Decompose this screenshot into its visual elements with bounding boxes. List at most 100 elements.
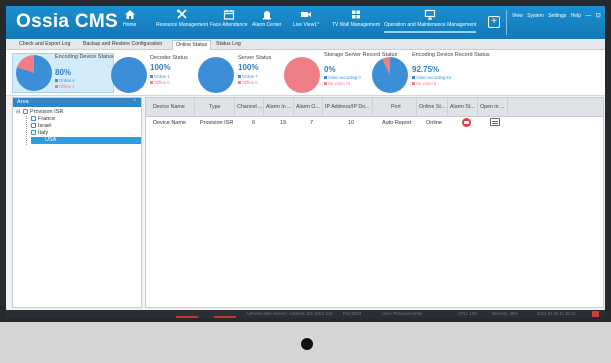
cell-alarm-in: 19 [280,120,287,126]
open-in-window-icon[interactable] [490,118,500,126]
legend-video-recording: Video recording 64 [412,75,451,80]
col-online-status[interactable]: Online St... [417,98,448,117]
status-bar-indicator [214,316,236,318]
cell-online-status: Online [426,120,442,126]
alarm-icon [262,11,271,20]
nav-home[interactable]: Home [123,9,136,28]
status-card-storage-server-record[interactable]: Storage Server Record Status 0% Video re… [282,52,398,93]
status-title: Encoding Device Record Status [412,52,490,58]
col-open-in[interactable]: Open in ... [478,98,508,117]
camera-icon [301,12,312,17]
col-type[interactable]: Type [195,98,235,117]
legend-online: Online 7 [238,74,258,79]
tree-connector [26,116,27,145]
status-card-encoding-device-record[interactable]: Encoding Device Record Status 92.75% Vid… [370,52,490,93]
pie-storage-server [284,57,320,93]
status-bar: Authentication Server : Address 192.168.… [6,310,605,318]
nav-alarm-center-label: Alarm Center [252,22,282,28]
col-alarm-status[interactable]: Alarm St... [448,98,478,117]
menu-help[interactable]: Help [571,13,581,19]
tree-node-usa[interactable]: USA [31,137,141,144]
pie-encoding-record [372,57,408,93]
menu-settings[interactable]: Settings [548,13,566,19]
col-alarm-out[interactable]: Alarm O... [294,98,323,117]
top-menu: View System Settings Help — ⊡ ✕ [512,12,605,19]
tree-node-france[interactable]: France [31,116,55,123]
nav-live-view-label: Live View1* [293,22,320,28]
cell-alarm-out: 7 [310,120,314,126]
cell-ip: 10 [348,120,355,126]
add-tab-button[interactable]: + [488,16,500,28]
col-channel[interactable]: Channel ... [235,98,264,117]
nav-face-attendance[interactable]: Face Attendance [210,9,248,28]
status-summary: Encoding Device Status 80% Online 4 Offl… [6,50,605,96]
user-status: User: ProvisionAdmin [382,311,423,316]
pie-encoding-device [16,55,52,91]
app-screen: Ossia CMS Home Resource Management Face … [6,6,605,318]
restore-button[interactable]: ⊡ [596,13,601,19]
col-alarm-in[interactable]: Alarm In ... [264,98,294,117]
pie-server [198,57,234,93]
tab-online-status[interactable]: Online Status [172,40,212,50]
nav-resource-management[interactable]: Resource Management [156,9,208,28]
tab-check-export-log[interactable]: Check and Export Log [16,40,73,50]
status-bar-indicator [176,316,198,318]
monitor-frame: Ossia CMS Home Resource Management Face … [0,0,611,363]
alarm-indicator-icon[interactable] [592,311,599,317]
app-logo: Ossia CMS [16,11,118,32]
header-divider [506,10,507,35]
area-panel-header[interactable]: Area ⌃ [13,98,141,107]
col-port[interactable]: Port [373,98,417,117]
status-title: Server Status [238,55,272,61]
monitor-camera-dot [301,338,313,350]
tab-bar: Check and Export Log Backup and Restore … [6,39,605,50]
status-card-encoding-device[interactable]: Encoding Device Status 80% Online 4 Offl… [12,53,114,93]
area-panel-title: Area [17,99,29,105]
cpu-status: CPU: 13% [458,311,478,316]
nav-operation-maintenance[interactable]: Operation and Maintenance Management [384,9,477,33]
area-icon [31,130,36,135]
status-title: Decoder Status [150,55,188,61]
tab-backup-restore[interactable]: Backup and Restore Configuration [80,40,165,50]
legend-online: Online 1 [150,74,170,79]
app-header: Ossia CMS Home Resource Management Face … [6,6,605,39]
nav-home-label: Home [123,22,137,28]
nav-live-view[interactable]: Live View1* [293,9,319,28]
legend-offline: Offline 0 [150,80,170,85]
menu-view[interactable]: View [512,13,523,19]
port-status: Port:6003 [343,311,362,316]
status-percent: 0% [324,65,336,74]
tree-node-israel[interactable]: Israel [31,123,51,130]
nav-alarm-center[interactable]: Alarm Center [252,9,281,28]
nav-tv-wall-management[interactable]: TV Wall Management [332,9,380,28]
alarm-status-icon[interactable] [462,118,471,127]
status-card-server[interactable]: Server Status 100% Online 7 Offline 0 [198,53,288,93]
auth-server-status: Authentication Server : Address 192.168.… [246,311,333,316]
home-icon [124,10,135,19]
tools-icon [176,9,187,19]
area-icon [31,116,36,121]
area-icon [31,123,36,128]
cell-device-name: Device Name [153,120,187,126]
tree-node-italy[interactable]: Italy [31,130,48,137]
grid-icon [351,10,360,19]
memory-status: Memory: 39% [492,311,518,316]
area-icon [23,109,28,114]
status-title: Storage Server Record Status [324,52,398,58]
status-percent: 80% [55,68,72,77]
nav-tv-wall-management-label: TV Wall Management [332,22,380,28]
collapse-icon[interactable]: ⌃ [133,98,137,107]
col-ip-address[interactable]: IP Address/IP Do... [323,98,373,117]
monitor-icon [425,9,436,20]
tab-status-log[interactable]: Status Log [213,40,244,50]
col-device-name[interactable]: Device Name [146,98,195,117]
minimize-button[interactable]: — [585,13,591,19]
status-card-decoder[interactable]: Decoder Status 100% Online 1 Offline 0 [110,53,200,93]
calendar-icon [223,10,234,20]
legend-no-video: No video 5 [412,81,436,86]
tree-collapse-icon[interactable]: ⊟ [16,109,20,115]
tree-node-root[interactable]: Provision ISR [23,109,63,116]
legend-offline: Offline 1 [55,84,75,89]
area-tree-panel: Area ⌃ ⊟ Provision ISR France Israel Ita… [12,97,142,308]
menu-system[interactable]: System [527,13,544,19]
